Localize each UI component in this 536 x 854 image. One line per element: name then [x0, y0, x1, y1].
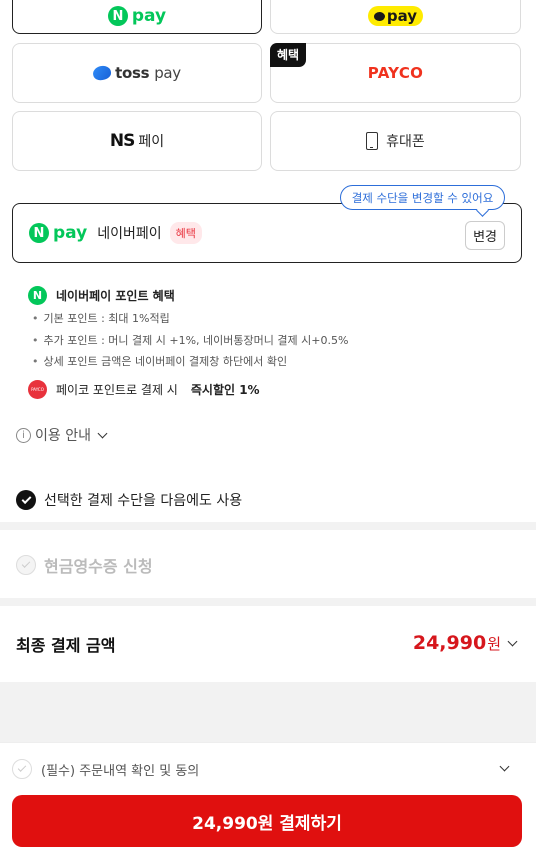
payment-option-payco[interactable]: 혜택 PAYCO — [270, 43, 521, 103]
benefit-line: 추가 포인트 : 머니 결제 시 +1%, 네이버통장머니 결제 시+0.5% — [32, 332, 349, 348]
benefit-line: 기본 포인트 : 최대 1%적립 — [32, 310, 170, 326]
toss-icon — [91, 64, 113, 82]
cash-receipt-checkbox[interactable]: 현금영수증 신청 — [16, 553, 153, 577]
payment-option-nspay[interactable]: NS 페이 — [12, 111, 262, 171]
benefit-title-text: 네이버페이 포인트 혜택 — [56, 289, 175, 303]
mobile-phone-icon — [366, 132, 379, 150]
naverpay-logo-text: pay — [131, 6, 167, 26]
checkbox-unchecked-icon — [12, 759, 32, 779]
naverpay-point-benefit-title: N 네이버페이 포인트 혜택 — [28, 286, 175, 305]
change-method-tooltip: 결제 수단을 변경할 수 있어요 — [340, 185, 505, 210]
benefit-badge: 혜택 — [270, 43, 307, 67]
naverpay-logo: N pay — [29, 223, 87, 243]
benefit-line: 상세 포인트 금액은 네이버페이 결제창 하단에서 확인 — [32, 353, 288, 369]
order-agreement-checkbox[interactable]: (필수) 주문내역 확인 및 동의 — [12, 759, 199, 779]
payment-option-phone[interactable]: 휴대폰 — [270, 111, 521, 171]
phone-label: 휴대폰 — [386, 134, 425, 150]
naverpay-logo-text: pay — [53, 223, 88, 243]
naverpay-n-icon: N — [29, 223, 49, 243]
section-divider — [0, 598, 536, 606]
benefit-badge: 혜택 — [169, 222, 202, 244]
naver-n-icon: N — [28, 286, 47, 305]
cash-receipt-label: 현금영수증 신청 — [44, 557, 153, 576]
payco-benefit-highlight: 즉시할인 1% — [190, 383, 260, 397]
payment-option-naverpay[interactable]: N pay — [12, 0, 262, 34]
payco-logo: PAYCO — [367, 64, 424, 82]
grey-spacer — [0, 682, 536, 742]
change-payment-button[interactable]: 변경 — [465, 221, 505, 250]
ns-mark: NS — [109, 131, 136, 151]
kakaopay-logo-text: pay — [386, 7, 418, 25]
kakao-bubble-icon — [373, 11, 385, 21]
naverpay-logo: N pay — [107, 6, 167, 26]
nspay-label: 페이 — [138, 134, 165, 150]
tosspay-logo: toss pay — [91, 64, 181, 82]
selected-method-name: 네이버페이 — [97, 226, 162, 242]
nspay-logo: NS 페이 — [110, 131, 164, 151]
chevron-down-icon — [97, 428, 108, 438]
naverpay-n-icon: N — [107, 6, 128, 26]
agreement-label: (필수) 주문내역 확인 및 동의 — [41, 763, 200, 779]
final-amount-toggle[interactable]: 24,990원 — [412, 632, 518, 654]
checkout-payment-page: N pay pay toss pay 혜택 PAYCO NS 페이 휴대폰 N … — [0, 0, 536, 854]
reuse-payment-method-checkbox[interactable]: 선택한 결제 수단을 다음에도 사용 — [16, 490, 242, 510]
payco-point-benefit: PAYCO 페이코 포인트로 결제 시 즉시할인 1% — [28, 380, 260, 399]
payment-option-tosspay[interactable]: toss pay — [12, 43, 262, 103]
final-amount-label: 최종 결제 금액 — [16, 636, 116, 655]
info-icon: i — [16, 427, 31, 443]
kakaopay-logo: pay — [367, 6, 424, 26]
chevron-down-icon[interactable] — [499, 761, 510, 772]
payco-icon: PAYCO — [28, 380, 47, 399]
reuse-payment-label: 선택한 결제 수단을 다음에도 사용 — [44, 493, 243, 509]
checkbox-checked-icon — [16, 490, 36, 510]
chevron-down-icon — [507, 636, 518, 646]
pay-button[interactable]: 24,990원 결제하기 — [12, 795, 522, 847]
tosspay-logo-bold: toss — [115, 64, 150, 82]
section-divider — [0, 522, 536, 530]
final-amount-value: 24,990 — [412, 632, 487, 654]
currency-unit: 원 — [487, 635, 501, 653]
tosspay-logo-light: pay — [154, 64, 181, 82]
checkbox-unchecked-icon — [16, 555, 36, 575]
payco-benefit-text: 페이코 포인트로 결제 시 — [56, 383, 178, 397]
selected-payment-method: N pay 네이버페이 혜택 변경 — [12, 203, 522, 263]
payment-option-kakaopay[interactable]: pay — [270, 0, 521, 34]
usage-info-toggle[interactable]: i 이용 안내 — [16, 425, 108, 445]
usage-info-label: 이용 안내 — [35, 428, 91, 444]
bottom-payment-bar: (필수) 주문내역 확인 및 동의 24,990원 결제하기 — [0, 742, 536, 854]
